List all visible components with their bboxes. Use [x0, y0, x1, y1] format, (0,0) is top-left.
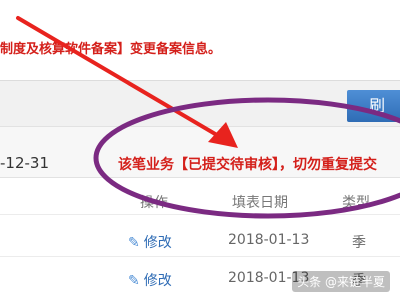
edit-link[interactable]: ✎ 修改: [128, 232, 172, 252]
record-status-message: 该笔业务【已提交待审核】，切勿重复提交: [118, 157, 377, 173]
table-divider: [0, 256, 400, 257]
column-header-date: 填表日期: [232, 195, 288, 211]
watermark: 头条 @来链半夏: [292, 271, 390, 292]
record-date: -12-31: [0, 154, 49, 172]
edit-link[interactable]: ✎ 修改: [128, 270, 172, 290]
pencil-icon: ✎: [128, 235, 140, 251]
column-header-action: 操作: [140, 195, 168, 211]
table-cell-type: 季: [352, 235, 366, 251]
toolbar: [0, 80, 400, 127]
table-cell-date: 2018-01-13: [228, 232, 310, 248]
pencil-icon: ✎: [128, 273, 140, 289]
column-header-type: 类型: [342, 195, 370, 211]
notice-text: 制度及核算软件备案】变更备案信息。: [0, 42, 222, 57]
table-divider: [0, 214, 400, 215]
refresh-button[interactable]: 刷 新: [347, 90, 400, 122]
edit-link-label: 修改: [143, 273, 172, 289]
edit-link-label: 修改: [143, 235, 172, 251]
